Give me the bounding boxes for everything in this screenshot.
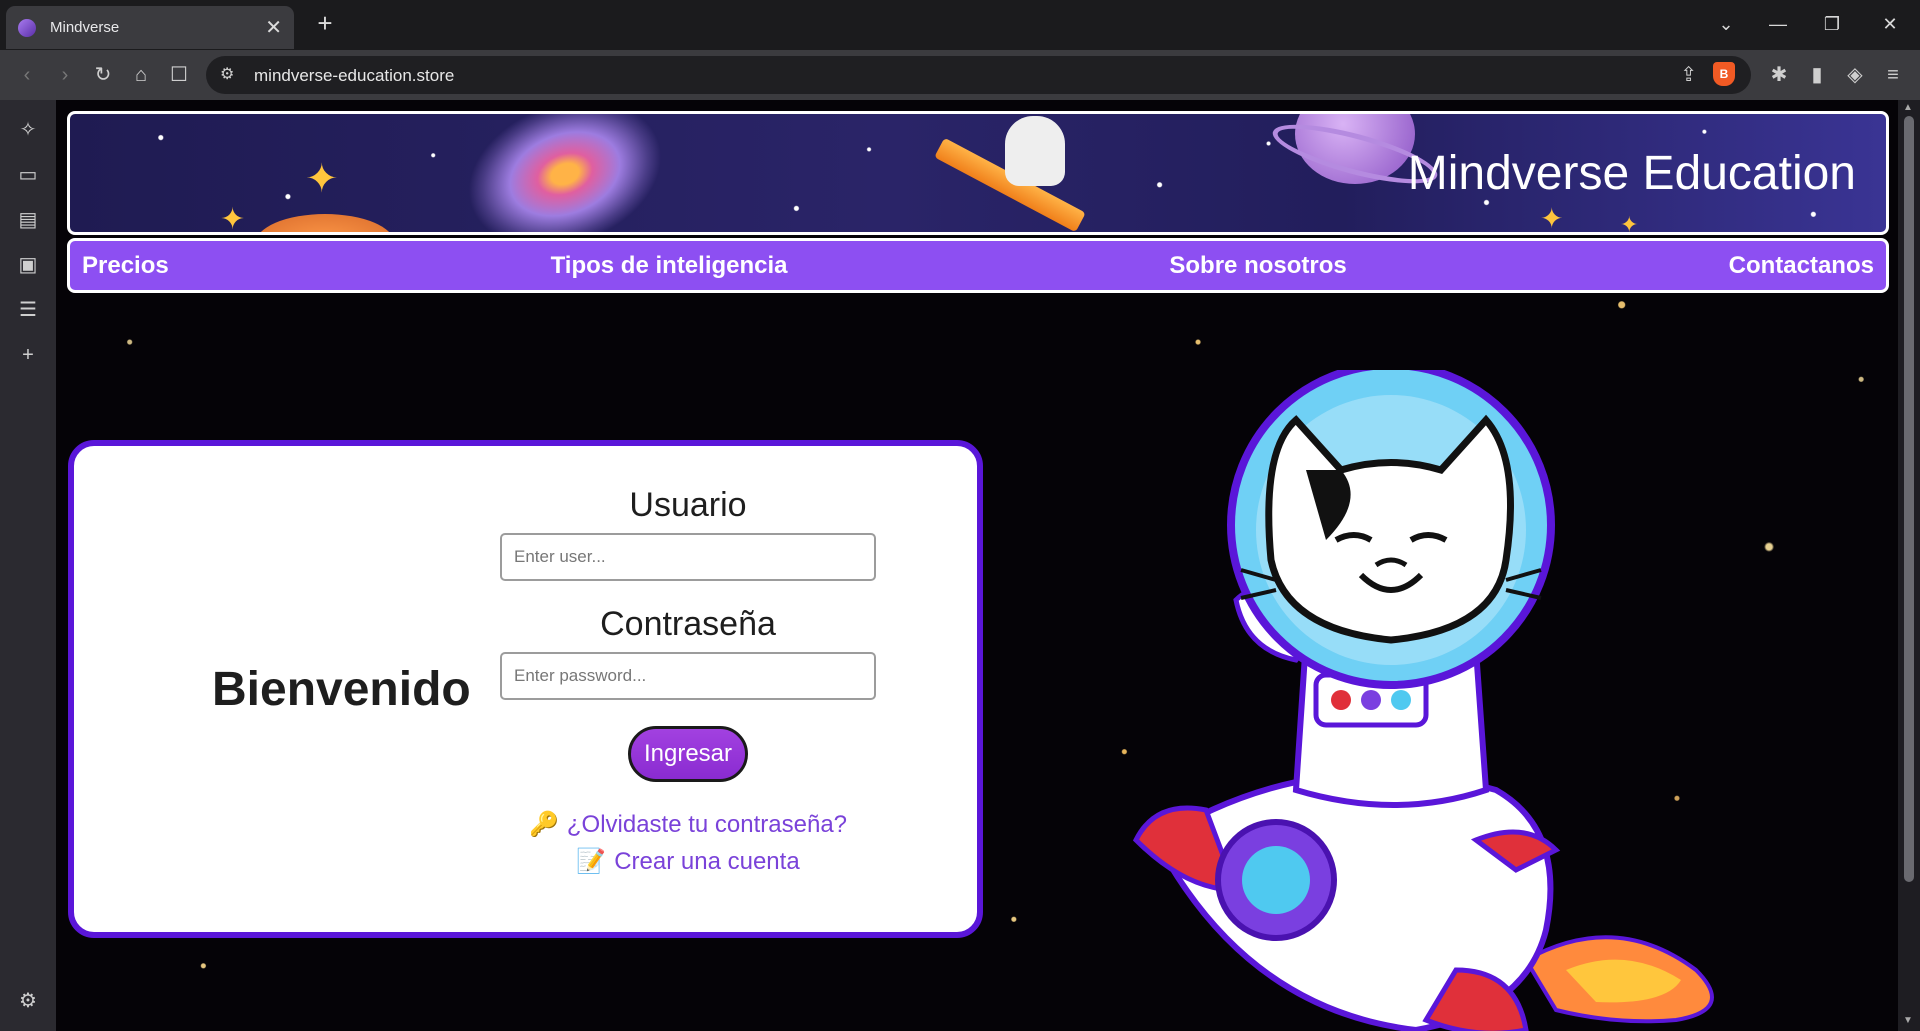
- brave-shields-icon[interactable]: B: [1713, 62, 1735, 86]
- bookmarks-panel-icon[interactable]: ▣: [13, 250, 43, 280]
- bookmark-icon[interactable]: ☐: [164, 60, 194, 90]
- astronaut-rider-illustration: [1005, 116, 1065, 186]
- tab-close-icon[interactable]: ✕: [265, 15, 282, 40]
- key-icon: 🔑: [528, 811, 559, 838]
- login-submit-button[interactable]: Ingresar: [628, 726, 748, 782]
- page-viewport: ✦ ✦ ✦ ✦ Mindverse Education Precios Tipo…: [56, 100, 1898, 1031]
- main-nav: Precios Tipos de inteligencia Sobre noso…: [67, 238, 1889, 293]
- user-input[interactable]: [500, 533, 876, 581]
- close-window-button[interactable]: ✕: [1870, 8, 1910, 40]
- browser-toolbar: ‹ › ↻ ⌂ ☐ ⚙ mindverse-education.store ⇪ …: [0, 50, 1920, 100]
- forward-icon[interactable]: ›: [50, 60, 80, 90]
- nav-item-tipos-de-inteligencia[interactable]: Tipos de inteligencia: [551, 252, 788, 280]
- galaxy-illustration: [447, 114, 683, 232]
- vpn-icon[interactable]: ◈: [1840, 60, 1870, 90]
- forgot-password-text: ¿Olvidaste tu contraseña?: [566, 811, 848, 838]
- star-icon: ✦: [220, 203, 246, 235]
- browser-sidebar: ✧ ▭ ▤ ▣ ☰ + ⚙: [0, 100, 56, 1031]
- star-icon: ✦: [1620, 212, 1639, 235]
- reading-list-icon[interactable]: ☰: [13, 295, 43, 325]
- leo-ai-icon[interactable]: ✧: [13, 115, 43, 145]
- reload-icon[interactable]: ↻: [88, 60, 118, 90]
- tab-search-icon[interactable]: ⌄: [1706, 8, 1746, 40]
- nav-item-precios[interactable]: Precios: [82, 252, 169, 280]
- header-banner: ✦ ✦ ✦ ✦ Mindverse Education: [67, 111, 1889, 235]
- scroll-up-icon[interactable]: ▲: [1903, 102, 1913, 113]
- url-text[interactable]: mindverse-education.store: [254, 66, 454, 86]
- site-info-icon[interactable]: ⚙: [220, 64, 234, 84]
- orange-planet-illustration: [255, 214, 395, 232]
- create-account-text: Crear una cuenta: [614, 848, 800, 875]
- welcome-heading: Bienvenido: [212, 663, 471, 716]
- user-label: Usuario: [629, 486, 747, 524]
- extensions-icon[interactable]: ✱: [1764, 60, 1794, 90]
- site-brand-title: Mindverse Education: [1407, 147, 1856, 200]
- nav-item-contactanos[interactable]: Contactanos: [1729, 252, 1874, 280]
- settings-gear-icon[interactable]: ⚙: [13, 986, 43, 1016]
- restore-button[interactable]: ❐: [1812, 8, 1852, 40]
- active-tab[interactable]: Mindverse ✕: [6, 6, 294, 49]
- address-bar[interactable]: ⚙ mindverse-education.store ⇪ B: [206, 56, 1751, 94]
- add-panel-icon[interactable]: +: [13, 340, 43, 370]
- tab-strip: Mindverse ✕ + ⌄ — ❐ ✕: [0, 0, 1920, 50]
- menu-icon[interactable]: ≡: [1878, 60, 1908, 90]
- back-icon[interactable]: ‹: [12, 60, 42, 90]
- page-scrollbar[interactable]: ▲ ▼: [1898, 100, 1920, 1031]
- wallet-icon[interactable]: ▤: [13, 205, 43, 235]
- nav-item-sobre-nosotros[interactable]: Sobre nosotros: [1169, 252, 1346, 280]
- scroll-down-icon[interactable]: ▼: [1903, 1015, 1913, 1026]
- password-label: Contraseña: [600, 605, 776, 643]
- memo-icon: 📝: [576, 848, 607, 875]
- password-input[interactable]: [500, 652, 876, 700]
- account-links: 🔑 ¿Olvidaste tu contraseña? 📝 Crear una cu…: [500, 810, 876, 876]
- scrollbar-thumb[interactable]: [1904, 116, 1914, 882]
- home-icon[interactable]: ⌂: [126, 60, 156, 90]
- tab-favicon-icon: [18, 18, 36, 37]
- login-form: Usuario Contraseña Ingresar 🔑 ¿Olvidaste …: [500, 486, 876, 884]
- share-icon[interactable]: ⇪: [1680, 62, 1697, 87]
- minimize-button[interactable]: —: [1758, 8, 1798, 40]
- star-icon: ✦: [305, 157, 339, 201]
- media-icon[interactable]: ▭: [13, 160, 43, 190]
- cat-astronaut-illustration: [1132, 370, 1714, 1031]
- star-icon: ✦: [1540, 203, 1564, 234]
- tab-title: Mindverse: [50, 19, 120, 36]
- forgot-password-link[interactable]: 🔑 ¿Olvidaste tu contraseña?: [500, 810, 876, 839]
- login-card: Bienvenido Usuario Contraseña Ingresar 🔑…: [68, 440, 983, 938]
- new-tab-button[interactable]: +: [310, 8, 340, 38]
- sidebar-toggle-icon[interactable]: ▮: [1802, 60, 1832, 90]
- create-account-link[interactable]: 📝 Crear una cuenta: [500, 847, 876, 876]
